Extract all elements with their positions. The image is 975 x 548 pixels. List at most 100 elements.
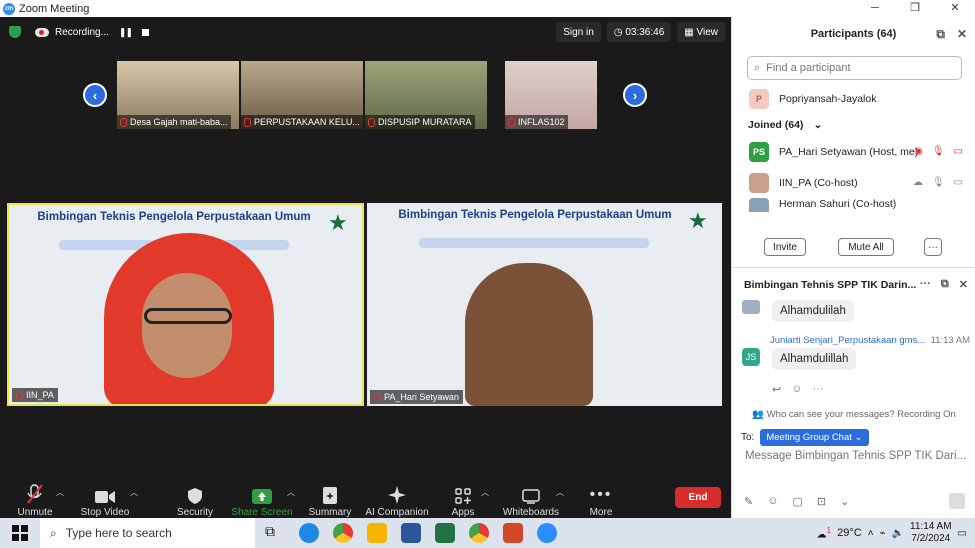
more-button[interactable]: ••• More bbox=[566, 477, 636, 518]
chat-message-input[interactable]: Message Bimbingan Tehnis SPP TIK Dari... bbox=[745, 450, 966, 462]
ai-companion-button[interactable]: AI Companion bbox=[362, 477, 432, 518]
share-options-chevron-icon[interactable]: ︿ bbox=[287, 487, 295, 498]
to-label: To: bbox=[741, 432, 755, 443]
audio-options-chevron-icon[interactable]: ︿ bbox=[56, 487, 64, 498]
popout-icon[interactable]: ⧉ bbox=[936, 27, 945, 42]
unmute-label: Unmute bbox=[17, 507, 53, 518]
participant-search-input[interactable]: ⌕ Find a participant bbox=[747, 56, 962, 80]
close-window-button[interactable]: ✕ bbox=[935, 0, 975, 17]
clock-icon: ◷ bbox=[613, 26, 626, 38]
message-visibility-link[interactable]: 👥 Who can see your messages? Recording O… bbox=[732, 409, 975, 420]
recording-indicator[interactable]: Recording... bbox=[35, 27, 109, 38]
message-time: 11:13 AM bbox=[930, 335, 970, 346]
stop-video-label: Stop Video bbox=[80, 507, 130, 518]
avatar: JS bbox=[742, 348, 760, 366]
avatar: PS bbox=[749, 141, 769, 162]
mute-all-button[interactable]: Mute All bbox=[838, 238, 894, 256]
participant-row[interactable]: IIN_PA (Co-host) ☁ 🎙 ▭ bbox=[732, 167, 975, 198]
more-dots-icon[interactable]: ··· bbox=[920, 278, 931, 291]
notification-icon[interactable]: ▭ bbox=[958, 528, 967, 539]
chrome-icon[interactable] bbox=[333, 523, 353, 543]
whiteboard-options-chevron-icon[interactable]: ︿ bbox=[556, 487, 564, 498]
edge-icon[interactable] bbox=[299, 523, 319, 543]
windows-icon bbox=[12, 525, 28, 541]
message-sender: Juniarti Senjari_Perpustakaan gms... bbox=[770, 335, 926, 346]
taskbar-search-input[interactable]: ⌕ Type here to search bbox=[40, 518, 255, 548]
recipient-select[interactable]: Meeting Group Chat ⌄ bbox=[760, 429, 869, 446]
window-title: Zoom Meeting bbox=[19, 2, 90, 15]
weather-icon[interactable]: ☁1 bbox=[816, 525, 831, 540]
mic-muted-icon bbox=[27, 484, 43, 504]
video-thumb[interactable]: PERPUSTAKAAN KELU... bbox=[241, 61, 363, 129]
summary-button[interactable]: Summary bbox=[295, 477, 365, 518]
apps-options-chevron-icon[interactable]: ︿ bbox=[481, 487, 489, 498]
task-view-icon[interactable]: ⧉ bbox=[265, 523, 285, 543]
mic-muted-icon[interactable]: 🎙 bbox=[932, 146, 945, 157]
start-button[interactable] bbox=[0, 525, 40, 541]
summary-icon bbox=[323, 487, 337, 504]
mic-icon[interactable]: 🎙 bbox=[932, 177, 945, 188]
pause-recording-button[interactable]: ❚❚ bbox=[119, 27, 133, 38]
video-options-chevron-icon[interactable]: ︿ bbox=[130, 487, 138, 498]
invite-button[interactable]: Invite bbox=[764, 238, 806, 256]
excel-icon[interactable] bbox=[435, 523, 455, 543]
chevron-down-icon[interactable]: ⌄ bbox=[840, 495, 849, 508]
chat-sender-line: Juniarti Senjari_Perpustakaan gms... 11:… bbox=[770, 335, 970, 346]
restore-button[interactable]: ❐ bbox=[895, 0, 935, 17]
video-icon[interactable]: ▭ bbox=[954, 146, 963, 157]
slide-title: Bimbingan Teknis Pengelola Perpustakaan … bbox=[37, 211, 311, 223]
security-label: Security bbox=[176, 507, 214, 518]
file-icon[interactable]: ▢ bbox=[792, 495, 802, 508]
video-thumb[interactable]: INFLAS102 bbox=[505, 61, 597, 129]
view-button[interactable]: ▦ View bbox=[677, 22, 725, 42]
search-label: Type here to search bbox=[65, 526, 172, 540]
format-icon[interactable]: ✎ bbox=[744, 495, 753, 508]
video-thumb[interactable]: Desa Gajah mati-baba... bbox=[117, 61, 239, 129]
signin-button[interactable]: Sign in bbox=[556, 22, 601, 42]
emoji-icon[interactable]: ☺ bbox=[767, 495, 778, 508]
clock[interactable]: 11:14 AM 7/2/2024 bbox=[910, 521, 952, 545]
screenshot-icon[interactable]: ⊡ bbox=[817, 495, 826, 508]
joined-section-toggle[interactable]: Joined (64) ⌄ bbox=[732, 114, 975, 136]
chevron-up-icon[interactable]: ˄ bbox=[868, 528, 874, 539]
participant-name: PA_Hari Setyawan (Host, me) bbox=[779, 145, 919, 158]
file-explorer-icon[interactable] bbox=[367, 523, 387, 543]
more-options-button[interactable]: ··· bbox=[924, 238, 942, 256]
chrome-icon[interactable] bbox=[469, 523, 489, 543]
close-panel-icon[interactable]: ✕ bbox=[957, 27, 967, 42]
system-tray: ☁1 29°C ˄ ⌁ 🔈 11:14 AM 7/2/2024 ▭ bbox=[816, 518, 975, 548]
recipient-value: Meeting Group Chat bbox=[766, 432, 852, 443]
participant-row[interactable]: Herman Sahuri (Co-host) bbox=[732, 198, 975, 212]
reply-icon[interactable]: ↩ bbox=[772, 383, 781, 396]
thumb-name: Desa Gajah mati-baba... bbox=[130, 117, 228, 127]
more-dots-icon[interactable]: ··· bbox=[812, 383, 823, 396]
next-page-button[interactable]: › bbox=[623, 83, 647, 107]
send-button[interactable] bbox=[949, 493, 965, 509]
slide-title: Bimbingan Teknis Pengelola Perpustakaan … bbox=[398, 209, 672, 221]
zoom-icon[interactable] bbox=[537, 523, 557, 543]
recording-label: Recording... bbox=[55, 26, 109, 38]
video-icon[interactable]: ▭ bbox=[954, 177, 963, 188]
video-tile-iin-pa[interactable]: Bimbingan Teknis Pengelola Perpustakaan … bbox=[7, 203, 364, 406]
video-tile-hari[interactable]: Bimbingan Teknis Pengelola Perpustakaan … bbox=[367, 203, 722, 406]
taskbar: ⌕ Type here to search ⧉ ☁1 29°C ˄ ⌁ 🔈 11… bbox=[0, 518, 975, 548]
powerpoint-icon[interactable] bbox=[503, 523, 523, 543]
network-icon[interactable]: ⌁ bbox=[880, 528, 886, 539]
close-chat-icon[interactable]: ✕ bbox=[959, 278, 968, 291]
emoji-icon[interactable]: ☺ bbox=[791, 383, 802, 396]
security-button[interactable]: Security bbox=[160, 477, 230, 518]
stop-recording-button[interactable] bbox=[142, 28, 150, 36]
minimize-button[interactable]: ─ bbox=[855, 0, 895, 17]
weather-label: 29°C bbox=[837, 527, 862, 539]
volume-icon[interactable]: 🔈 bbox=[892, 528, 904, 539]
security-shield-icon[interactable] bbox=[9, 26, 21, 38]
participant-row-waiting[interactable]: P Popriyansah-Jayalok bbox=[732, 83, 975, 114]
video-thumb[interactable]: DISPUSIP MURATARA bbox=[365, 61, 487, 129]
prev-page-button[interactable]: ‹ bbox=[83, 83, 107, 107]
tile-name: IIN_PA bbox=[26, 390, 54, 400]
end-meeting-button[interactable]: End bbox=[675, 487, 721, 508]
participant-row[interactable]: PS PA_Hari Setyawan (Host, me) ◉ 🎙 ▭ bbox=[732, 136, 975, 167]
popout-icon[interactable]: ⧉ bbox=[941, 278, 949, 291]
word-icon[interactable] bbox=[401, 523, 421, 543]
logo-star-icon: ★ bbox=[328, 210, 348, 235]
